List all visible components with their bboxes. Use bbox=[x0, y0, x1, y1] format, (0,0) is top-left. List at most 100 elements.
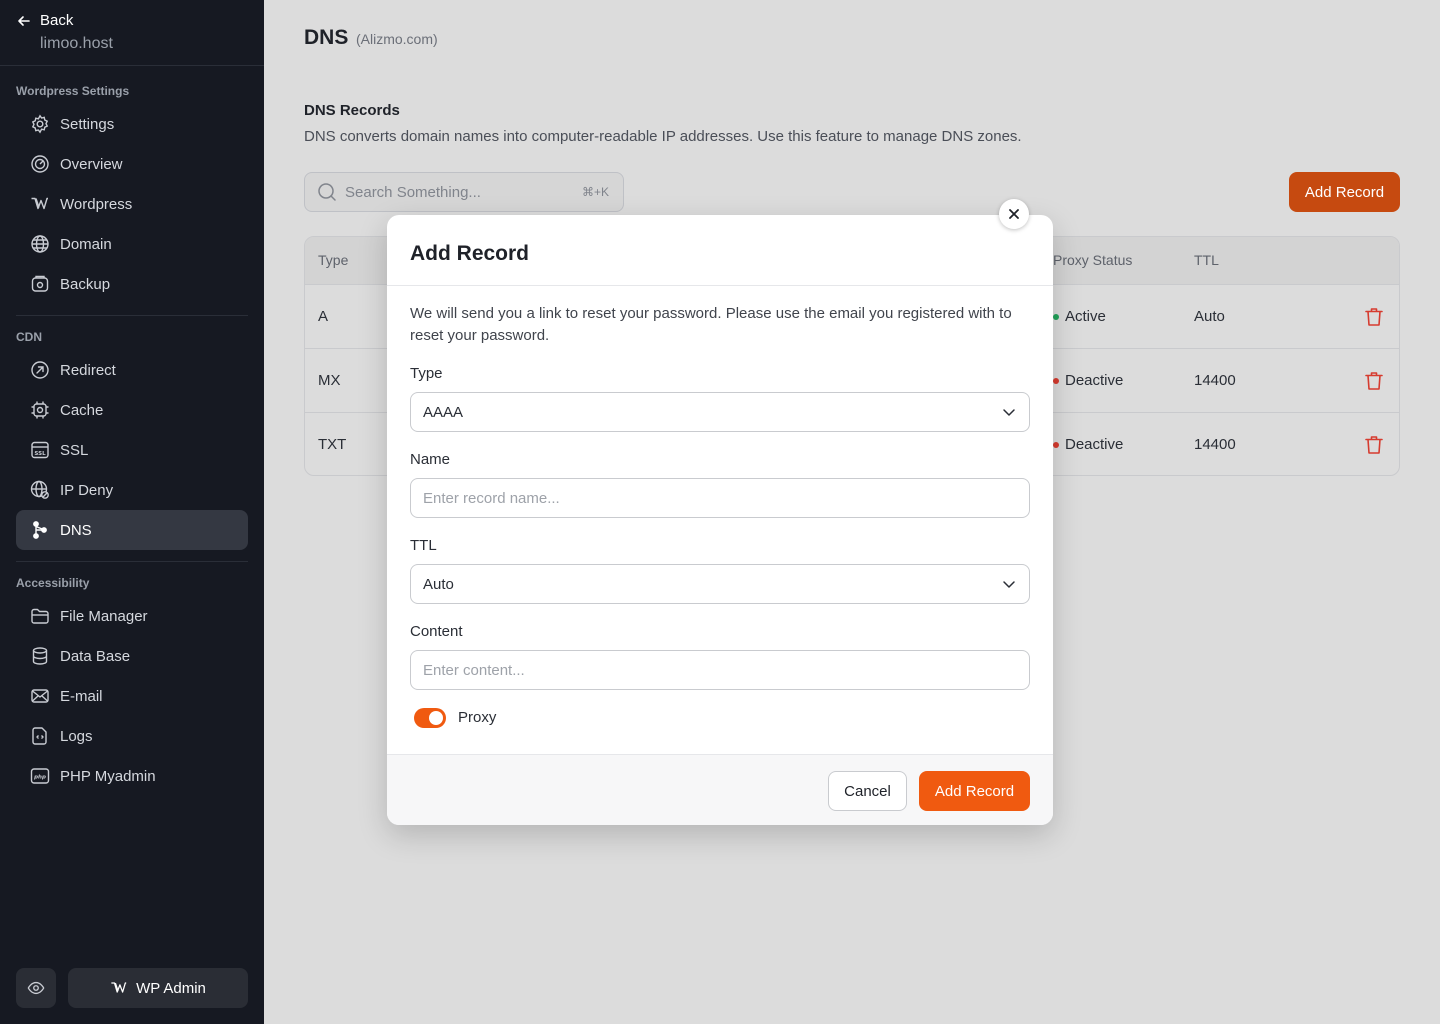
proxy-status: Deactive bbox=[1065, 372, 1124, 389]
sidebar-item-backup[interactable]: Backup bbox=[16, 264, 248, 304]
search-icon bbox=[318, 183, 336, 201]
sidebar-item-label: Data Base bbox=[60, 647, 131, 665]
sidebar-item-label: Settings bbox=[60, 115, 115, 133]
add-record-modal: Add Record We will send you a link to re… bbox=[387, 215, 1053, 825]
ttl-label: TTL bbox=[410, 537, 437, 554]
search-box[interactable]: ⌘+K bbox=[304, 172, 624, 212]
sidebar-item-label: Cache bbox=[60, 401, 104, 419]
gauge-icon bbox=[31, 155, 49, 173]
sidebar-item-label: Logs bbox=[60, 727, 93, 745]
proxy-status: Deactive bbox=[1065, 436, 1124, 453]
trash-icon[interactable] bbox=[1363, 434, 1385, 456]
dns-icon bbox=[33, 521, 47, 539]
content-field[interactable] bbox=[410, 650, 1030, 690]
status-dot bbox=[1053, 442, 1059, 448]
trash-icon[interactable] bbox=[1363, 306, 1385, 328]
section-title-accessibility: Accessibility bbox=[16, 576, 90, 590]
chevron-down-icon bbox=[1003, 409, 1015, 416]
proxy-toggle[interactable] bbox=[414, 708, 446, 728]
log-file-icon bbox=[32, 727, 47, 745]
search-input[interactable] bbox=[345, 183, 574, 201]
sidebar-item-label: DNS bbox=[60, 521, 92, 539]
folder-icon bbox=[31, 608, 49, 624]
modal-footer: Cancel Add Record bbox=[387, 754, 1053, 825]
sidebar-item-cache[interactable]: Cache bbox=[16, 390, 248, 430]
sidebar-item-label: E-mail bbox=[60, 687, 103, 705]
modal-close-button[interactable] bbox=[999, 199, 1029, 229]
eye-icon bbox=[27, 981, 45, 995]
sidebar-item-label: Overview bbox=[60, 155, 123, 173]
visibility-toggle-button[interactable] bbox=[16, 968, 56, 1008]
sidebar-item-domain[interactable]: Domain bbox=[16, 224, 248, 264]
wordpress-icon bbox=[111, 982, 127, 993]
search-shortcut: ⌘+K bbox=[581, 185, 609, 199]
gear-icon bbox=[31, 114, 49, 134]
mail-icon bbox=[31, 689, 49, 703]
record-type: A bbox=[318, 308, 329, 325]
sidebar-item-dns[interactable]: DNS bbox=[16, 510, 248, 550]
wordpress-icon bbox=[31, 197, 48, 210]
column-header-type: Type bbox=[318, 252, 349, 268]
sidebar-item-overview[interactable]: Overview bbox=[16, 144, 248, 184]
wp-admin-label: WP Admin bbox=[136, 979, 206, 997]
sidebar-item-data-base[interactable]: Data Base bbox=[16, 636, 248, 676]
section-title-wordpress-settings: Wordpress Settings bbox=[16, 84, 130, 98]
records-description: DNS converts domain names into computer-… bbox=[304, 128, 1022, 145]
php-icon: php bbox=[30, 768, 50, 784]
submit-add-record-button[interactable]: Add Record bbox=[919, 771, 1030, 811]
svg-text:SSL: SSL bbox=[34, 451, 46, 457]
sidebar-item-label: SSL bbox=[60, 441, 89, 459]
sidebar-divider bbox=[16, 315, 248, 316]
sidebar: Back limoo.host Wordpress Settings Setti… bbox=[0, 0, 264, 1024]
back-link[interactable]: Back bbox=[16, 12, 73, 29]
status-dot bbox=[1053, 378, 1059, 384]
name-input[interactable] bbox=[423, 489, 1017, 507]
column-header-proxy-status: Proxy Status bbox=[1053, 252, 1133, 268]
host-name: limoo.host bbox=[40, 35, 113, 52]
ttl-select-value: Auto bbox=[423, 575, 454, 593]
close-icon bbox=[1009, 209, 1019, 219]
type-label: Type bbox=[410, 365, 443, 382]
name-field[interactable] bbox=[410, 478, 1030, 518]
sidebar-item-label: Domain bbox=[60, 235, 112, 253]
type-select[interactable]: AAAA bbox=[410, 392, 1030, 432]
sidebar-item-wordpress[interactable]: Wordpress bbox=[16, 184, 248, 224]
column-header-ttl: TTL bbox=[1194, 252, 1219, 268]
sidebar-item-ssl[interactable]: SSL SSL bbox=[16, 430, 248, 470]
add-record-button[interactable]: Add Record bbox=[1289, 172, 1400, 212]
arrow-left-icon bbox=[18, 15, 30, 26]
redirect-icon bbox=[31, 361, 49, 379]
database-icon bbox=[32, 647, 48, 665]
record-type: MX bbox=[318, 372, 341, 389]
wp-admin-button[interactable]: WP Admin bbox=[68, 968, 248, 1008]
sidebar-item-settings[interactable]: Settings bbox=[16, 104, 248, 144]
proxy-status: Active bbox=[1065, 308, 1106, 325]
cancel-button[interactable]: Cancel bbox=[828, 771, 907, 811]
modal-title: Add Record bbox=[410, 242, 530, 265]
ttl-select[interactable]: Auto bbox=[410, 564, 1030, 604]
sidebar-item-redirect[interactable]: Redirect bbox=[16, 350, 248, 390]
sidebar-divider bbox=[16, 561, 248, 562]
trash-icon[interactable] bbox=[1363, 370, 1385, 392]
proxy-label: Proxy bbox=[458, 709, 497, 726]
sidebar-divider bbox=[0, 65, 264, 66]
sidebar-item-label: Backup bbox=[60, 275, 111, 293]
sidebar-item-ip-deny[interactable]: IP Deny bbox=[16, 470, 248, 510]
sidebar-item-file-manager[interactable]: File Manager bbox=[16, 596, 248, 636]
content-input[interactable] bbox=[423, 661, 1017, 679]
svg-text:php: php bbox=[33, 775, 46, 781]
name-label: Name bbox=[410, 451, 451, 468]
sidebar-item-label: Redirect bbox=[60, 361, 116, 379]
record-ttl: 14400 bbox=[1194, 372, 1236, 389]
sidebar-item-email[interactable]: E-mail bbox=[16, 676, 248, 716]
chip-icon bbox=[31, 401, 49, 419]
records-title: DNS Records bbox=[304, 102, 400, 119]
record-ttl: 14400 bbox=[1194, 436, 1236, 453]
section-title-cdn: CDN bbox=[16, 330, 42, 344]
sidebar-item-label: IP Deny bbox=[60, 481, 114, 499]
sidebar-item-label: Wordpress bbox=[60, 195, 133, 213]
modal-divider bbox=[387, 285, 1053, 286]
sidebar-item-php-myadmin[interactable]: php PHP Myadmin bbox=[16, 756, 248, 796]
page-title: DNS bbox=[304, 26, 349, 49]
sidebar-item-logs[interactable]: Logs bbox=[16, 716, 248, 756]
